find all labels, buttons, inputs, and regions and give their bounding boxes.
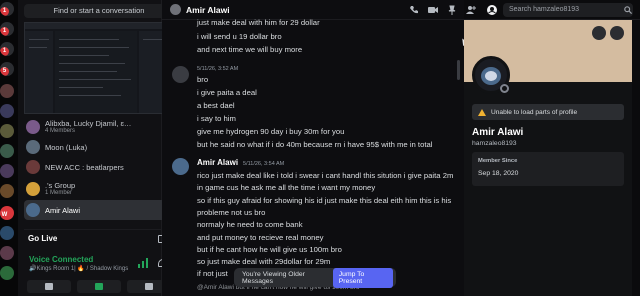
- message-text: i say to him: [197, 114, 236, 123]
- server-icon[interactable]: [0, 246, 14, 260]
- dm-item[interactable]: NEW ACC : beatlarpers: [24, 157, 174, 177]
- go-live-bar[interactable]: Go Live: [24, 229, 174, 247]
- search-input[interactable]: Search hamzaleo8193: [503, 3, 633, 17]
- server-icon[interactable]: [0, 104, 14, 118]
- message-header: Amir Alawi 5/11/26, 3:54 AM: [197, 158, 284, 167]
- activities-icon: [145, 282, 153, 290]
- phone-icon[interactable]: [409, 5, 419, 15]
- chat-title[interactable]: Amir Alawi: [186, 5, 230, 15]
- warning-icon: [478, 108, 486, 116]
- mention-badge: 1: [0, 27, 9, 36]
- server-initial: W: [0, 211, 9, 220]
- server-icon[interactable]: W: [0, 206, 14, 220]
- find-conversation-button[interactable]: Find or start a conversation: [24, 4, 174, 18]
- server-icon[interactable]: [0, 266, 14, 280]
- dm-name: Alibxba, Lucky Djamil, ɛ…: [45, 119, 132, 128]
- server-rail: 1 1 1 5 W: [0, 0, 18, 296]
- message-text: a best dael: [197, 101, 235, 110]
- avatar: [26, 160, 40, 174]
- dm-item[interactable]: .'s Group 1 Member: [24, 179, 174, 199]
- server-icon[interactable]: [0, 226, 14, 240]
- server-icon[interactable]: 5: [0, 62, 14, 76]
- member-since-card: Member Since Sep 18, 2020: [472, 152, 624, 186]
- mention-badge: 1: [0, 7, 9, 16]
- dm-item-amir-alawi[interactable]: Amir Alawi: [24, 200, 174, 220]
- message-text: but he said no what if i do 40m because …: [197, 140, 433, 149]
- message-text: in game cus he ask me all the time i wan…: [197, 183, 376, 192]
- message-text: if not just: [197, 269, 228, 278]
- message-timestamp: 5/11/26, 3:54 AM: [243, 161, 285, 167]
- server-icon[interactable]: 1: [0, 42, 14, 56]
- voice-channel[interactable]: 🔊Kings Room 1| 🔥 / Shadow Kings: [29, 265, 128, 272]
- profile-username: hamzaleo8193: [472, 140, 517, 147]
- avatar: [26, 120, 40, 134]
- message-text: give me hydrogen 90 day i buy 30m for yo…: [197, 127, 345, 136]
- pin-icon[interactable]: [447, 5, 457, 15]
- user-profile-icon[interactable]: [487, 5, 497, 15]
- avatar: [26, 140, 40, 154]
- more-options-icon[interactable]: [610, 26, 624, 40]
- jump-to-present-button[interactable]: Jump To Present: [332, 267, 393, 288]
- member-since-date: Sep 18, 2020: [478, 170, 519, 177]
- camera-button[interactable]: [27, 279, 71, 293]
- screen-icon: [95, 282, 103, 290]
- older-messages-bar: You're Viewing Older Messages Jump To Pr…: [234, 267, 396, 288]
- avatar[interactable]: [172, 158, 189, 175]
- avatar[interactable]: [172, 66, 189, 83]
- voice-controls: [24, 278, 174, 294]
- message-text: and next time we will buy more: [197, 45, 303, 54]
- server-icon[interactable]: [0, 124, 14, 138]
- server-icon[interactable]: 1: [0, 2, 14, 16]
- dm-name: .'s Group: [45, 181, 76, 190]
- dm-name: Amir Alawi: [45, 205, 81, 215]
- server-icon[interactable]: [0, 84, 14, 98]
- voice-panel: Voice Connected 🔊Kings Room 1| 🔥 / Shado…: [24, 253, 174, 275]
- profile-panel: Unable to load parts of profile Amir Ala…: [464, 20, 632, 296]
- message-text: bro: [197, 75, 209, 84]
- dm-item[interactable]: Moon (Luka): [24, 137, 174, 157]
- message-text: i will send u 19 dollar bro: [197, 32, 282, 41]
- profile-warning: Unable to load parts of profile: [472, 104, 624, 120]
- server-icon[interactable]: 1: [0, 22, 14, 36]
- message-text: i give paita a deal: [197, 88, 257, 97]
- camera-icon: [45, 282, 53, 290]
- mention-badge: 1: [0, 47, 9, 56]
- video-icon[interactable]: [428, 5, 438, 15]
- message-text: normaly he need to come bank: [197, 220, 303, 229]
- voice-status: Voice Connected: [29, 255, 94, 264]
- search-icon[interactable]: [624, 6, 632, 14]
- member-since-label: Member Since: [478, 158, 518, 164]
- avatar: [26, 203, 40, 217]
- mention-badge: 5: [0, 67, 9, 76]
- server-icon[interactable]: [0, 184, 14, 198]
- avatar: [170, 4, 181, 15]
- chat-area: Amir Alawi Search hamzaleo8193 just make…: [162, 0, 640, 296]
- message-timestamp: 5/11/26, 3:52 AM: [197, 66, 239, 72]
- warning-text: Unable to load parts of profile: [491, 108, 578, 116]
- share-screen-button[interactable]: [77, 279, 121, 293]
- signal-icon[interactable]: [138, 258, 148, 268]
- server-icon[interactable]: [0, 164, 14, 178]
- stream-preview[interactable]: [24, 22, 174, 114]
- dm-subtitle: 1 Member: [45, 190, 73, 196]
- avatar: [26, 182, 40, 196]
- dm-name: NEW ACC : beatlarpers: [45, 162, 124, 172]
- add-friend-icon[interactable]: [466, 5, 476, 15]
- chat-scrollbar[interactable]: [457, 60, 460, 80]
- status-indicator: [500, 84, 509, 93]
- older-messages-label: You're Viewing Older Messages: [242, 270, 305, 285]
- go-live-label: Go Live: [28, 234, 58, 243]
- message-text: just make deal with him for 29 dollar: [197, 18, 320, 27]
- message-author[interactable]: Amir Alawi: [197, 158, 238, 167]
- server-icon[interactable]: [0, 144, 14, 158]
- dm-subtitle: 4 Members: [45, 128, 76, 134]
- dm-name: Moon (Luka): [45, 142, 88, 152]
- dm-item[interactable]: Alibxba, Lucky Djamil, ɛ… 4 Members: [24, 117, 174, 137]
- add-friend-icon[interactable]: [592, 26, 606, 40]
- dm-sidebar: Find or start a conversation Alibxba, Lu…: [18, 0, 174, 296]
- profile-name: Amir Alawi: [472, 127, 524, 138]
